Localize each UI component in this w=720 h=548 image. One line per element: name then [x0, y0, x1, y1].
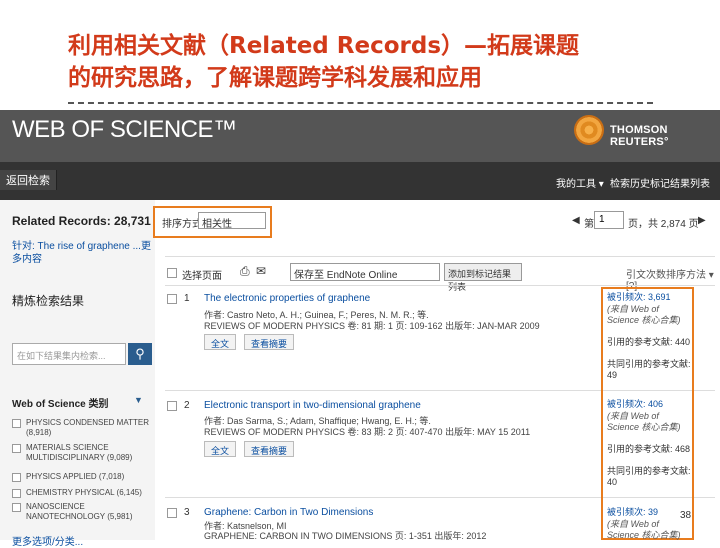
record-title-link[interactable]: The electronic properties of graphene [204, 293, 370, 304]
record-checkbox[interactable] [167, 508, 177, 518]
full-text-button[interactable]: 全文 [204, 441, 237, 457]
cited-for-text: 针对: The rise of graphene ...更多内容 [12, 240, 152, 266]
related-records-count: 28,731 [114, 214, 151, 228]
category-item[interactable]: PHYSICS CONDENSED MATTER (8,918) [12, 418, 152, 438]
cited-for-link[interactable]: 针对: The rise of graphene ...更多内容 [12, 241, 151, 265]
refine-search-input[interactable]: 在如下结果集内检索... [12, 343, 126, 365]
thomson-reuters-logo-icon [574, 115, 604, 145]
page-total: 页，共 2,874 页 [628, 219, 699, 230]
category-checkbox[interactable] [12, 503, 21, 512]
brand-name: THOMSON REUTERS° [610, 124, 669, 148]
print-icon[interactable]: ⎙ [240, 264, 250, 279]
record-number: 2 [184, 400, 190, 411]
sort-label: 排序方式 [162, 219, 202, 230]
full-text-button[interactable]: 全文 [204, 334, 237, 350]
times-cited: 被引频次: 406 [607, 399, 691, 410]
related-records-heading: Related Records: 28,731 [12, 214, 151, 228]
search-icon[interactable]: ⚲ [128, 343, 152, 365]
slide-page-number: 38 [680, 510, 692, 521]
times-cited-note: (来自 Web of Science 核心合集) [607, 304, 681, 325]
record-source: GRAPHENE: CARBON IN TWO DIMENSIONS 页: 1-… [204, 531, 487, 541]
next-page-icon[interactable]: ▶ [698, 215, 706, 226]
times-cited-link[interactable]: 被引频次: 3,691 [607, 292, 671, 302]
select-page-label: 选择页面 [182, 271, 222, 282]
category-item[interactable]: MATERIALS SCIENCE MULTIDISCIPLINARY (9,0… [12, 443, 152, 463]
category-item[interactable]: NANOSCIENCE NANOTECHNOLOGY (5,981) [12, 502, 152, 522]
record-authors: 作者: Das Sarma, S.; Adam, Shaffique; Hwan… [204, 416, 431, 426]
back-to-search-button[interactable]: 返回检索 [0, 170, 57, 190]
refine-heading: 精炼检索结果 [12, 294, 85, 308]
record-checkbox[interactable] [167, 401, 177, 411]
view-abstract-button[interactable]: 查看摘要 [244, 334, 295, 350]
more-options-link[interactable]: 更多选项/分类... [12, 533, 83, 548]
times-cited-link[interactable]: 被引频次: 39 [607, 507, 658, 517]
slide-title: 利用相关文献（Related Records）—拓展课题 的研究思路，了解课题跨… [68, 30, 708, 94]
my-tools-menu[interactable]: 我的工具 ▾ [556, 175, 604, 190]
slide-title-line1: 利用相关文献（Related Records）—拓展课题 [68, 33, 580, 59]
shared-references[interactable]: 共同引用的参考文献: 49 [607, 359, 691, 381]
times-cited-note: (来自 Web of Science 核心合集) [607, 519, 681, 540]
marked-list-link[interactable]: 标记结果列表 [650, 175, 710, 190]
record-number: 1 [184, 293, 190, 304]
slide-title-line2: 的研究思路，了解课题跨学科发展和应用 [68, 65, 482, 91]
select-page-checkbox[interactable] [167, 268, 177, 278]
record-source: REVIEWS OF MODERN PHYSICS 卷: 81 期: 1 页: … [204, 321, 540, 331]
save-to-select[interactable]: 保存至 EndNote Online [290, 263, 440, 281]
wos-logo[interactable]: WEB OF SCIENCE™ [12, 116, 237, 144]
divider [68, 102, 653, 104]
page-number-input[interactable]: 1 [594, 211, 624, 229]
shared-references[interactable]: 共同引用的参考文献: 40 [607, 466, 691, 488]
category-checkbox[interactable] [12, 419, 21, 428]
times-cited: 被引频次: 3,691 [607, 292, 691, 303]
cited-references[interactable]: 引用的参考文献: 468 [607, 444, 691, 455]
record-number: 3 [184, 507, 190, 518]
add-to-marked-button[interactable]: 添加到标记结果列表 [444, 263, 522, 292]
cited-references[interactable]: 引用的参考文献: 440 [607, 337, 691, 348]
page-prefix: 第 [584, 219, 594, 230]
related-records-label: Related Records: [12, 214, 111, 228]
sort-select[interactable]: 相关性 [198, 212, 266, 230]
chevron-down-icon[interactable]: ▼ [134, 395, 143, 405]
times-cited-note: (来自 Web of Science 核心合集) [607, 411, 681, 432]
record-title-link[interactable]: Graphene: Carbon in Two Dimensions [204, 507, 373, 518]
category-heading: Web of Science 类别 [12, 399, 109, 410]
divider [165, 285, 715, 286]
category-checkbox[interactable] [12, 489, 21, 498]
search-history-link[interactable]: 检索历史 [610, 175, 650, 190]
category-checkbox[interactable] [12, 444, 21, 453]
times-cited: 被引频次: 39 [607, 507, 691, 518]
record-source: REVIEWS OF MODERN PHYSICS 卷: 83 期: 2 页: … [204, 427, 531, 437]
prev-page-icon[interactable]: ◀ [572, 215, 580, 226]
times-cited-link[interactable]: 被引频次: 406 [607, 399, 663, 409]
category-item[interactable]: PHYSICS APPLIED (7,018) [12, 472, 152, 482]
category-item[interactable]: CHEMISTRY PHYSICAL (6,145) [12, 488, 152, 498]
record-checkbox[interactable] [167, 294, 177, 304]
record-authors: 作者: Castro Neto, A. H.; Guinea, F.; Pere… [204, 310, 429, 320]
email-icon[interactable]: ✉ [256, 264, 266, 278]
view-abstract-button[interactable]: 查看摘要 [244, 441, 295, 457]
divider [165, 256, 715, 257]
category-checkbox[interactable] [12, 473, 21, 482]
record-title-link[interactable]: Electronic transport in two-dimensional … [204, 400, 421, 411]
